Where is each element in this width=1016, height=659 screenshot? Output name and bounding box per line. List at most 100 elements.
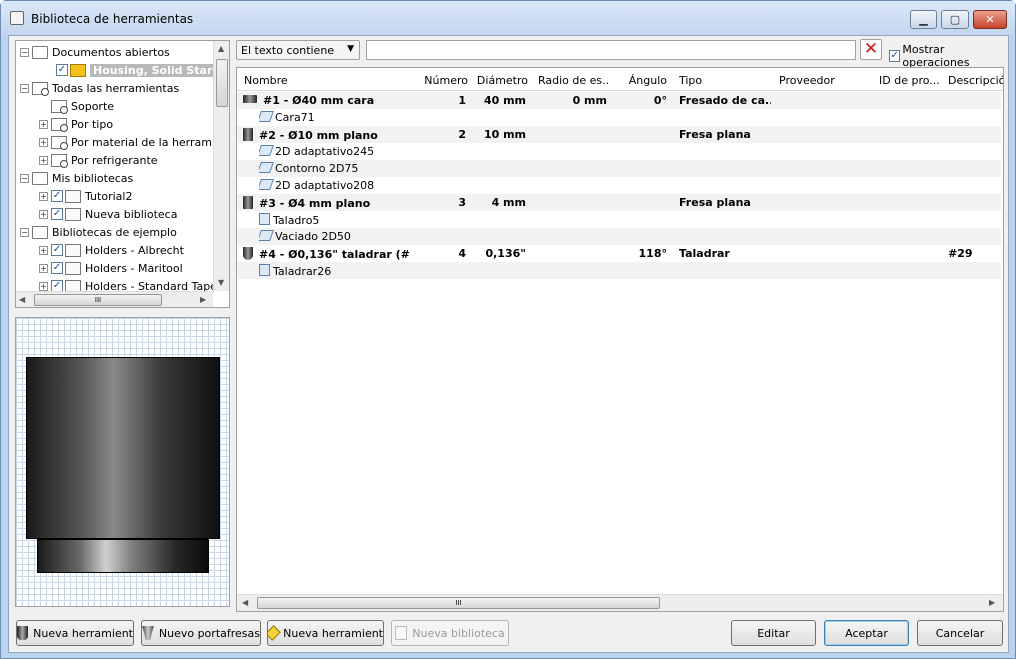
table-row[interactable]: #3 - Ø4 mm plano 3 4 mm Fresa plana: [237, 194, 1001, 211]
tool-library-window: Biblioteca de herramientas ▁ ▢ ✕ − Docume…: [0, 0, 1016, 659]
table-row[interactable]: Taladrar26: [237, 262, 1001, 279]
collapse-icon[interactable]: −: [20, 227, 29, 237]
tree-item-soporte[interactable]: Soporte: [51, 97, 114, 115]
expand-icon[interactable]: +: [39, 191, 48, 201]
new-library-button[interactable]: Nueva biblioteca: [391, 620, 509, 646]
tool-type: Fresado de ca...: [679, 94, 771, 107]
table-row[interactable]: Taladro5: [237, 211, 1001, 228]
column-header-radio[interactable]: Radio de es...: [538, 74, 610, 87]
tool-angle: 0°: [653, 94, 667, 107]
filter-text-input[interactable]: [366, 40, 856, 60]
scroll-right-icon[interactable]: ▶: [989, 598, 995, 607]
tree-item-nueva-biblioteca[interactable]: + ✓ Nueva biblioteca: [39, 205, 177, 223]
collapse-icon[interactable]: −: [20, 47, 29, 57]
expand-icon[interactable]: +: [39, 281, 48, 291]
table-row[interactable]: 2D adaptativo245: [237, 143, 1001, 160]
tree-item-bibliotecas-ejemplo[interactable]: − Bibliotecas de ejemplo: [20, 223, 177, 241]
scroll-up-icon[interactable]: ▲: [218, 44, 224, 53]
tree-vertical-scrollbar[interactable]: ▲ ▼: [213, 41, 229, 291]
minimize-button[interactable]: ▁: [910, 10, 937, 29]
scroll-right-icon[interactable]: ▶: [200, 295, 206, 304]
show-operations-toggle[interactable]: ✓ Mostrar operaciones: [889, 43, 1008, 69]
tree-item-albrecht[interactable]: + ✓ Holders - Albrecht: [39, 241, 184, 259]
library-icon: [395, 626, 408, 640]
scroll-down-icon[interactable]: ▼: [218, 278, 224, 287]
tool-diameter: 40 mm: [483, 94, 526, 107]
tree-item-housing[interactable]: ✓ Housing, Solid Stare *: [56, 61, 229, 79]
tree-item-todas[interactable]: − Todas las herramientas: [20, 79, 179, 97]
column-header-angulo[interactable]: Ángulo: [612, 74, 667, 87]
new-tool-from-template-button[interactable]: Nueva herramient: [267, 620, 384, 646]
tool-name: #3 - Ø4 mm plano: [259, 197, 371, 210]
diamond-icon: [268, 625, 281, 641]
checkbox-icon[interactable]: ✓: [889, 50, 901, 62]
tree-item-tutorial2[interactable]: + ✓ Tutorial2: [39, 187, 132, 205]
column-header-tipo[interactable]: Tipo: [679, 74, 769, 87]
column-header-proveedor[interactable]: Proveedor: [779, 74, 869, 87]
table-row[interactable]: #1 - Ø40 mm cara 1 40 mm 0 mm 0° Fresado…: [237, 92, 1001, 109]
checkbox-icon[interactable]: ✓: [56, 64, 68, 76]
tree-hscroll-thumb[interactable]: III: [34, 294, 162, 306]
table-horizontal-scrollbar[interactable]: ◀ III ▶: [237, 594, 1003, 611]
maximize-button[interactable]: ▢: [941, 10, 969, 29]
tool-type: Fresa plana: [679, 128, 751, 141]
tree-item-por-refrigerante[interactable]: + Por refrigerante: [39, 151, 158, 169]
checkbox-icon[interactable]: ✓: [51, 262, 63, 274]
library-icon: [65, 243, 81, 257]
library-tree: − Documentos abiertos ✓ Housing, Solid Sta…: [15, 40, 230, 308]
table-row[interactable]: Cara71: [237, 109, 1001, 126]
column-header-id-producto[interactable]: ID de pro...: [879, 74, 941, 87]
filter-mode-select[interactable]: El texto contiene ▼: [236, 40, 360, 60]
tool-diameter: 4 mm: [491, 196, 526, 209]
checkbox-icon[interactable]: ✓: [51, 208, 63, 220]
tree-item-por-material[interactable]: + Por material de la herramien: [39, 133, 229, 151]
pocket-operation-icon: [259, 230, 275, 241]
tree-item-label: Bibliotecas de ejemplo: [52, 225, 177, 239]
chevron-down-icon: ▼: [347, 44, 354, 54]
accept-button[interactable]: Aceptar: [824, 620, 909, 646]
new-holder-button[interactable]: Nuevo portafresas: [141, 620, 261, 646]
tool-name: #2 - Ø10 mm plano: [259, 129, 378, 142]
column-header-diametro[interactable]: Diámetro: [473, 74, 528, 87]
folder-icon: [32, 225, 48, 239]
new-tool-button[interactable]: Nueva herramient: [16, 620, 134, 646]
expand-icon[interactable]: +: [39, 119, 48, 129]
edit-button[interactable]: Editar: [731, 620, 816, 646]
tree-vscroll-thumb[interactable]: [216, 59, 228, 107]
table-row[interactable]: Vaciado 2D50: [237, 228, 1001, 245]
close-button[interactable]: ✕: [973, 10, 1007, 29]
table-row[interactable]: 2D adaptativo208: [237, 177, 1001, 194]
column-header-descripcion[interactable]: Descripción: [948, 74, 1003, 87]
expand-icon[interactable]: +: [39, 137, 48, 147]
expand-icon[interactable]: +: [39, 155, 48, 165]
column-header-nombre[interactable]: Nombre: [244, 74, 409, 87]
flat-mill-icon: [243, 128, 253, 141]
table-row[interactable]: Contorno 2D75: [237, 160, 1001, 177]
table-hscroll-thumb[interactable]: III: [257, 597, 660, 609]
tree-item-por-tipo[interactable]: + Por tipo: [39, 115, 113, 133]
tree-item-label: Mis bibliotecas: [52, 171, 134, 185]
tree-item-label: Por material de la herramien: [71, 135, 229, 149]
expand-icon[interactable]: +: [39, 245, 48, 255]
cancel-button[interactable]: Cancelar: [917, 620, 1003, 646]
clear-filter-icon[interactable]: ✕: [860, 39, 882, 60]
scroll-left-icon[interactable]: ◀: [242, 598, 248, 607]
tree-horizontal-scrollbar[interactable]: ◀ III ▶: [16, 291, 213, 307]
table-row[interactable]: #4 - Ø0,136" taladrar (#... 4 0,136" 118…: [237, 245, 1001, 262]
tree-item-label: Todas las herramientas: [52, 81, 180, 95]
checkbox-icon[interactable]: ✓: [51, 244, 63, 256]
library-icon: [65, 261, 81, 275]
table-row[interactable]: #2 - Ø10 mm plano 2 10 mm Fresa plana: [237, 126, 1001, 143]
dialog-body: − Documentos abiertos ✓ Housing, Solid Sta…: [8, 35, 1009, 653]
tree-item-mis-bibliotecas[interactable]: − Mis bibliotecas: [20, 169, 133, 187]
collapse-icon[interactable]: −: [20, 83, 29, 93]
tree-item-maritool[interactable]: + ✓ Holders - Maritool: [39, 259, 183, 277]
expand-icon[interactable]: +: [39, 263, 48, 273]
collapse-icon[interactable]: −: [20, 173, 29, 183]
checkbox-icon[interactable]: ✓: [51, 190, 63, 202]
adaptive-operation-icon: [259, 179, 275, 190]
expand-icon[interactable]: +: [39, 209, 48, 219]
column-header-numero[interactable]: Número: [413, 74, 468, 87]
scroll-left-icon[interactable]: ◀: [19, 295, 25, 304]
tree-item-documentos-abiertos[interactable]: − Documentos abiertos: [20, 43, 170, 61]
